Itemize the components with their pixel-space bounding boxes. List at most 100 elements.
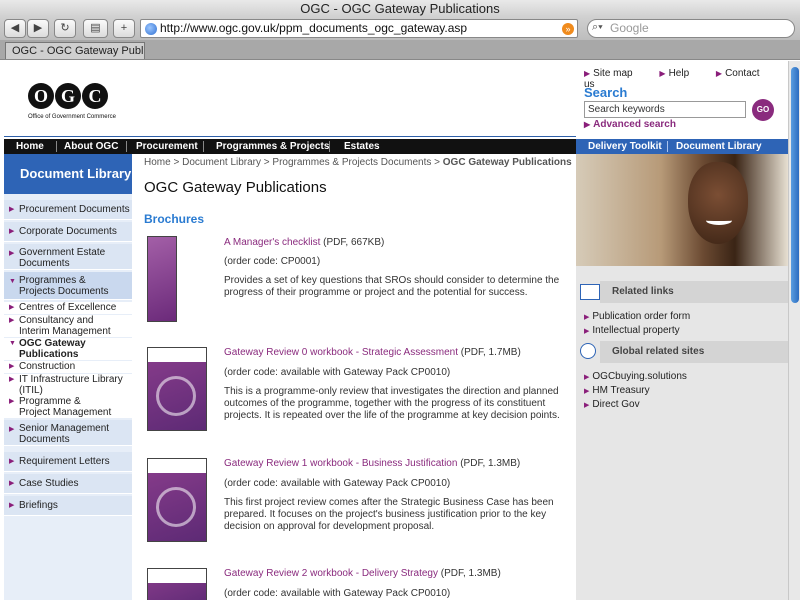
back-button[interactable]: ◀ bbox=[4, 19, 26, 38]
publication-order-code: (order code: CP0001) bbox=[224, 256, 321, 267]
arrow-icon: ▶ bbox=[584, 388, 590, 395]
publication-thumbnail[interactable] bbox=[147, 236, 177, 322]
breadcrumb-programmes[interactable]: Programmes & Projects Documents bbox=[272, 157, 431, 168]
breadcrumb-home[interactable]: Home bbox=[144, 157, 171, 168]
thumbnail-graphic bbox=[156, 487, 196, 527]
browser-search-placeholder: Google bbox=[610, 21, 649, 35]
breadcrumb-separator: > bbox=[434, 157, 443, 168]
nav-procurement[interactable]: Procurement bbox=[136, 139, 198, 154]
publication-thumbnail[interactable] bbox=[147, 458, 207, 542]
sidebar-subitem-construction[interactable]: ▶ Construction bbox=[4, 361, 132, 373]
publication-link[interactable]: Gateway Review 2 workbook - Delivery Str… bbox=[224, 568, 438, 579]
rss-icon[interactable]: » bbox=[562, 23, 574, 35]
arrow-icon: ▶ bbox=[584, 374, 590, 381]
site-header: OGC Office of Government Commerce bbox=[4, 61, 576, 137]
arrow-icon: ▶ bbox=[715, 69, 723, 78]
vertical-scrollbar[interactable] bbox=[788, 61, 800, 600]
publication-meta: (PDF, 1.3MB) bbox=[457, 458, 521, 469]
publication-link[interactable]: Gateway Review 0 workbook - Strategic As… bbox=[224, 347, 458, 358]
sidebar-item-corporate[interactable]: ▶ Corporate Documents bbox=[4, 222, 132, 242]
related-link-order-form[interactable]: ▶ Publication order form bbox=[584, 311, 690, 322]
sidebar-subitem-centres[interactable]: ▶ Centres of Excellence bbox=[4, 302, 132, 314]
nav-divider bbox=[126, 141, 127, 152]
arrow-icon: ▶ bbox=[584, 120, 591, 129]
publication-meta: (PDF, 1.7MB) bbox=[457, 347, 521, 358]
global-site-direct-gov[interactable]: ▶ Direct Gov bbox=[584, 399, 640, 410]
nav-estates[interactable]: Estates bbox=[344, 139, 380, 154]
breadcrumb-current: OGC Gateway Publications bbox=[442, 157, 572, 168]
go-button[interactable]: GO bbox=[752, 99, 774, 121]
nav-divider bbox=[329, 141, 330, 152]
arrow-icon: ▶ bbox=[9, 228, 15, 235]
search-heading: Search bbox=[584, 85, 628, 100]
sidebar-subitem-itil[interactable]: ▶ IT Infrastructure Library (ITIL) bbox=[4, 374, 132, 396]
arrow-icon: ▶ bbox=[584, 328, 590, 335]
breadcrumb-document-library[interactable]: Document Library bbox=[182, 157, 261, 168]
photo-face bbox=[688, 162, 748, 244]
search-icon: ⌕▾ bbox=[592, 21, 603, 33]
nav-delivery-toolkit[interactable]: Delivery Toolkit bbox=[588, 139, 662, 154]
url-text[interactable]: http://www.ogc.gov.uk/ppm_documents_ogc_… bbox=[160, 20, 467, 37]
sidebar-subitem-programme-management[interactable]: ▶ Programme & Project Management bbox=[4, 396, 132, 418]
publication-description: This is a programme-only review that inv… bbox=[224, 386, 560, 421]
publication-order-code: (order code: available with Gateway Pack… bbox=[224, 478, 451, 489]
publication-meta: (PDF, 1.3MB) bbox=[437, 568, 501, 579]
ogc-logo[interactable]: OGC Office of Government Commerce bbox=[28, 83, 116, 120]
tab-bar: OGC - OGC Gateway Public... bbox=[0, 40, 800, 60]
bookmark-button[interactable]: ▤ bbox=[83, 19, 108, 38]
globe-icon bbox=[145, 23, 157, 35]
sidebar-subitem-gateway-publications[interactable]: ▼ OGC Gateway Publications bbox=[4, 338, 132, 360]
browser-toolbar: ◀ ▶ ↻ ▤ + http://www.ogc.gov.uk/ppm_docu… bbox=[0, 18, 800, 40]
nav-home[interactable]: Home bbox=[16, 139, 44, 154]
advanced-search-link[interactable]: ▶ Advanced search bbox=[584, 119, 676, 130]
sidebar-item-briefings[interactable]: ▶ Briefings bbox=[4, 496, 132, 516]
site-search-input[interactable]: Search keywords bbox=[584, 101, 746, 118]
arrow-icon: ▶ bbox=[9, 250, 15, 257]
util-link-sitemap[interactable]: ▶ Site map bbox=[584, 68, 645, 79]
arrow-icon: ▶ bbox=[9, 458, 15, 465]
reload-button[interactable]: ↻ bbox=[54, 19, 76, 38]
sidebar-item-government-estate[interactable]: ▶ Government Estate Documents bbox=[4, 244, 132, 270]
sidebar-item-senior-management[interactable]: ▶ Senior Management Documents bbox=[4, 420, 132, 446]
publication-thumbnail[interactable] bbox=[147, 347, 207, 431]
nav-divider bbox=[203, 141, 204, 152]
nav-document-library[interactable]: Document Library bbox=[676, 139, 762, 154]
util-link-help[interactable]: ▶ Help bbox=[659, 68, 701, 79]
chevron-down-icon: ▼ bbox=[9, 278, 16, 285]
publication-order-code: (order code: available with Gateway Pack… bbox=[224, 367, 451, 378]
breadcrumb-separator: > bbox=[173, 157, 183, 168]
scrollbar-thumb[interactable] bbox=[791, 67, 799, 303]
add-bookmark-button[interactable]: + bbox=[113, 19, 135, 38]
sidebar-item-programmes-projects[interactable]: ▼ Programmes & Projects Documents bbox=[4, 272, 132, 300]
forward-button[interactable]: ▶ bbox=[27, 19, 49, 38]
thumbnail-header bbox=[148, 348, 206, 362]
global-site-hm-treasury[interactable]: ▶ HM Treasury bbox=[584, 385, 650, 396]
nav-about[interactable]: About OGC bbox=[64, 139, 118, 154]
logo-letter-c: C bbox=[82, 83, 108, 109]
global-site-ogcbuying[interactable]: ▶ OGCbuying.solutions bbox=[584, 371, 687, 382]
arrow-icon: ▶ bbox=[9, 426, 15, 433]
left-sidebar: Document Library ▶ Procurement Documents … bbox=[4, 154, 132, 600]
related-links-heading: Related links bbox=[600, 281, 788, 303]
main-nav: Home About OGC Procurement Programmes & … bbox=[4, 139, 576, 154]
related-link-intellectual-property[interactable]: ▶ Intellectual property bbox=[584, 325, 680, 336]
window-title: OGC - OGC Gateway Publications bbox=[0, 0, 800, 18]
browser-search-field[interactable]: ⌕▾ Google bbox=[587, 19, 795, 38]
arrow-icon: ▶ bbox=[9, 376, 15, 383]
tab-current[interactable]: OGC - OGC Gateway Public... bbox=[5, 42, 145, 59]
sidebar-item-procurement[interactable]: ▶ Procurement Documents bbox=[4, 200, 132, 220]
related-links-icon bbox=[580, 284, 600, 300]
address-bar[interactable]: http://www.ogc.gov.uk/ppm_documents_ogc_… bbox=[140, 19, 578, 38]
right-sidebar: Related links ▶ Publication order form ▶ I… bbox=[576, 154, 788, 600]
publication-link[interactable]: A Manager's checklist bbox=[224, 237, 320, 248]
nav-programmes[interactable]: Programmes & Projects bbox=[216, 139, 329, 154]
publication-thumbnail[interactable] bbox=[147, 568, 207, 600]
publication-link[interactable]: Gateway Review 1 workbook - Business Jus… bbox=[224, 458, 457, 469]
arrow-icon: ▶ bbox=[9, 317, 15, 324]
logo-letter-o: O bbox=[28, 83, 54, 109]
sidebar-subitem-consultancy[interactable]: ▶Consultancy and Interim Management Supp… bbox=[4, 315, 132, 348]
secondary-nav: Delivery Toolkit Document Library bbox=[576, 139, 788, 154]
sidebar-item-requirement-letters[interactable]: ▶ Requirement Letters bbox=[4, 452, 132, 472]
sidebar-item-case-studies[interactable]: ▶ Case Studies bbox=[4, 474, 132, 494]
arrow-icon: ▶ bbox=[584, 314, 590, 321]
